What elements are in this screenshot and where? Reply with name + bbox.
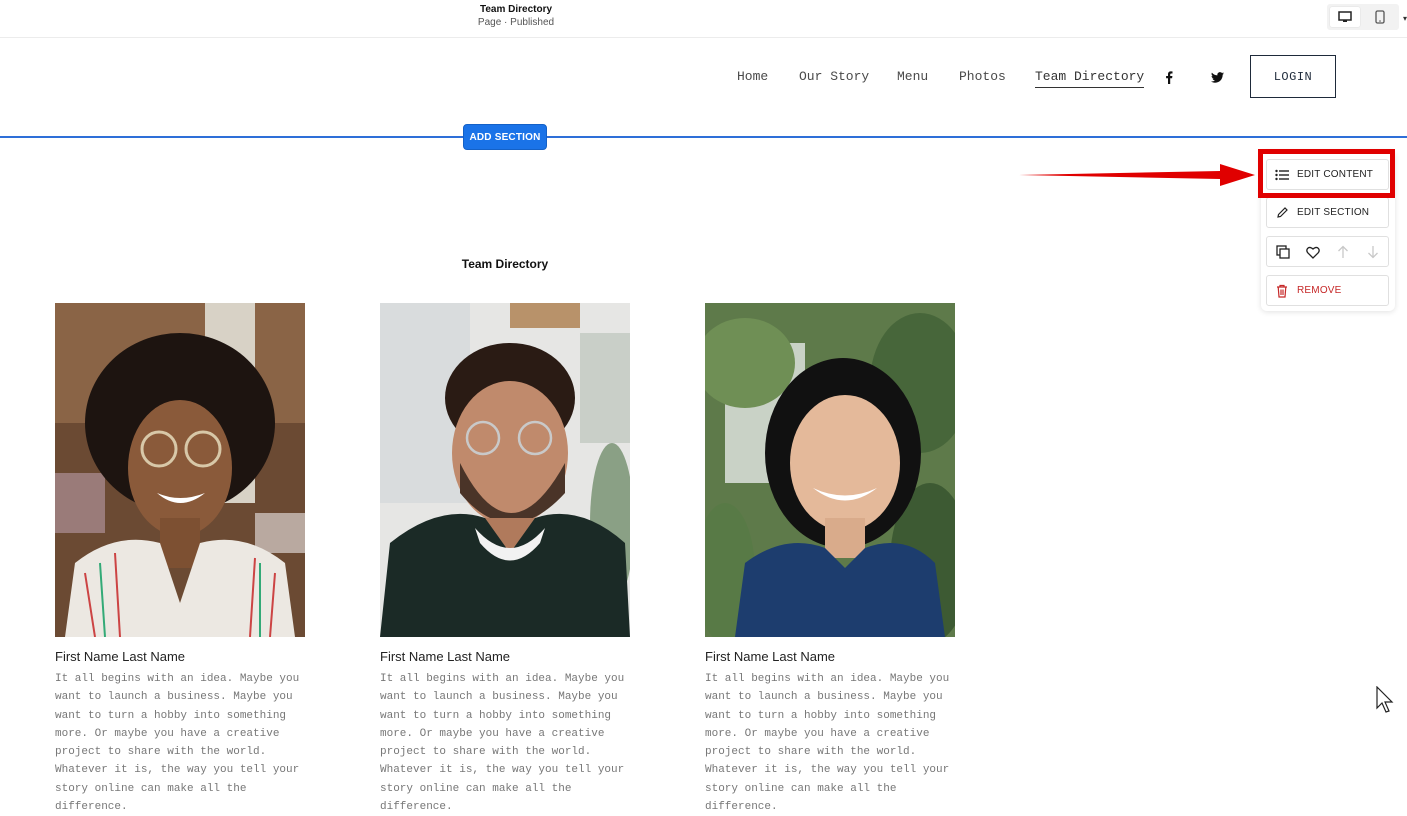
edit-section-button[interactable]: EDIT SECTION xyxy=(1266,197,1389,228)
nav-home[interactable]: Home xyxy=(737,69,768,85)
team-member-bio: It all begins with an idea. Maybe you wa… xyxy=(380,673,625,814)
edit-section-label: EDIT SECTION xyxy=(1297,207,1370,218)
site-header xyxy=(0,38,1407,136)
red-arrow-icon xyxy=(1019,164,1255,186)
nav-menu[interactable]: Menu xyxy=(897,69,928,85)
nav-our-story[interactable]: Our Story xyxy=(799,69,869,85)
section-title: Team Directory xyxy=(461,257,549,271)
team-member-name: First Name Last Name xyxy=(55,649,186,664)
remove-button[interactable]: REMOVE xyxy=(1266,275,1389,306)
highlight-box xyxy=(1258,149,1395,198)
mobile-view-button[interactable] xyxy=(1365,7,1395,27)
team-member-photo[interactable] xyxy=(55,303,305,637)
team-member-card[interactable]: First Name Last Name It all begins with … xyxy=(55,303,305,816)
add-section-button[interactable]: ADD SECTION xyxy=(463,124,547,150)
duplicate-icon[interactable] xyxy=(1275,244,1291,260)
nav-photos[interactable]: Photos xyxy=(959,69,1006,85)
page-title: Team Directory xyxy=(479,4,553,15)
team-member-card[interactable]: First Name Last Name It all begins with … xyxy=(380,303,630,816)
page-meta: Team Directory Page · Published xyxy=(416,4,616,29)
team-member-photo[interactable] xyxy=(380,303,630,637)
pencil-icon xyxy=(1267,206,1297,219)
mouse-cursor-icon xyxy=(1376,686,1394,713)
desktop-icon xyxy=(1338,11,1352,22)
team-member-name: First Name Last Name xyxy=(705,649,836,664)
mobile-icon xyxy=(1375,10,1385,24)
nav-team-directory[interactable]: Team Directory xyxy=(1035,69,1145,88)
arrow-up-icon[interactable] xyxy=(1335,244,1351,260)
login-button[interactable]: LOGIN xyxy=(1250,55,1336,98)
more-caret-icon[interactable]: ▾ xyxy=(1403,14,1407,23)
team-member-bio: It all begins with an idea. Maybe you wa… xyxy=(705,673,950,814)
device-view-toggle xyxy=(1327,4,1399,30)
facebook-icon[interactable] xyxy=(1162,70,1176,84)
section-actions-row xyxy=(1266,236,1389,267)
trash-icon xyxy=(1267,284,1297,298)
page-status: Page · Published xyxy=(477,17,555,28)
desktop-view-button[interactable] xyxy=(1330,7,1360,27)
team-member-card[interactable]: First Name Last Name It all begins with … xyxy=(705,303,955,816)
editor-toolbar: Team Directory Page · Published ▾ xyxy=(0,0,1407,38)
team-member-bio: It all begins with an idea. Maybe you wa… xyxy=(55,673,300,814)
heart-icon[interactable] xyxy=(1305,244,1321,260)
remove-label: REMOVE xyxy=(1297,285,1342,296)
team-member-name: First Name Last Name xyxy=(380,649,511,664)
arrow-down-icon[interactable] xyxy=(1365,244,1381,260)
section-boundary-line xyxy=(0,136,1407,138)
twitter-icon[interactable] xyxy=(1210,70,1224,84)
team-member-photo[interactable] xyxy=(705,303,955,637)
